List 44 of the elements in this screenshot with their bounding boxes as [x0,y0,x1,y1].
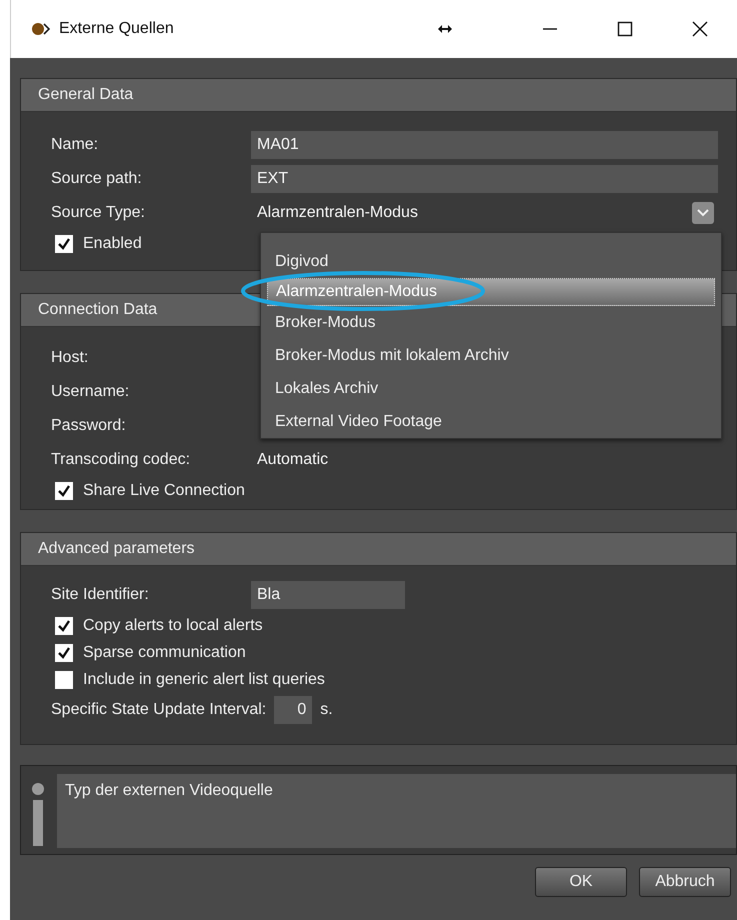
checkbox-label: Sparse communication [83,644,246,662]
minimize-icon [542,28,558,30]
panel-title: General Data [38,86,134,104]
dropdown-option[interactable]: Digivod [261,245,721,278]
checkbox[interactable] [55,670,73,688]
checkbox-label: Enabled [83,235,142,253]
chevron-down-icon[interactable] [692,202,714,224]
text-field[interactable]: MA01 [251,131,718,159]
checkbox[interactable] [55,644,73,662]
dropdown-option[interactable]: Broker-Modus mit lokalem Archiv [261,339,721,372]
site-identifier-field[interactable]: Bla [251,581,405,609]
checkbox[interactable] [55,482,73,500]
checkbox-label: Include in generic alert list queries [83,670,325,688]
ok-button[interactable]: OK [535,867,627,897]
field-label: Source path: [51,170,143,188]
field-label: Name: [51,136,100,154]
panel-title: Connection Data [38,301,158,319]
checkbox[interactable] [55,235,73,253]
checkbox-label: Copy alerts to local alerts [83,616,263,634]
maximize-icon [616,21,632,37]
field-label: Password: [51,417,127,435]
field-label: Source Type: [51,204,146,222]
panel-title: Advanced parameters [38,540,195,558]
checkbox-label: Share Live Connection [83,482,245,500]
field-label: Username: [51,383,130,401]
dropdown-option[interactable]: Broker-Modus [261,306,721,339]
dropdown-option[interactable]: Lokales Archiv [261,372,721,405]
app-icon [31,22,51,36]
resize-arrow-icon [438,25,452,33]
info-text: Typ der externen Videoquelle [65,782,273,799]
field-label: Host: [51,349,90,367]
dropdown-option[interactable]: External Video Footage [261,405,721,438]
unit-label: s. [320,701,333,719]
info-icon [31,782,45,846]
interval-field[interactable]: 0 [274,696,312,724]
text-field[interactable]: EXT [251,165,718,193]
field-label: Specific State Update Interval: [51,701,266,719]
field-label: Site Identifier: [51,586,150,604]
field-label: Transcoding codec: [51,451,192,469]
close-icon [692,21,708,37]
dropdown-option[interactable]: Alarmzentralen-Modus [267,278,715,306]
checkbox[interactable] [55,616,73,634]
window-title: Externe Quellen [59,20,175,38]
cancel-button[interactable]: Abbruch [639,867,731,897]
